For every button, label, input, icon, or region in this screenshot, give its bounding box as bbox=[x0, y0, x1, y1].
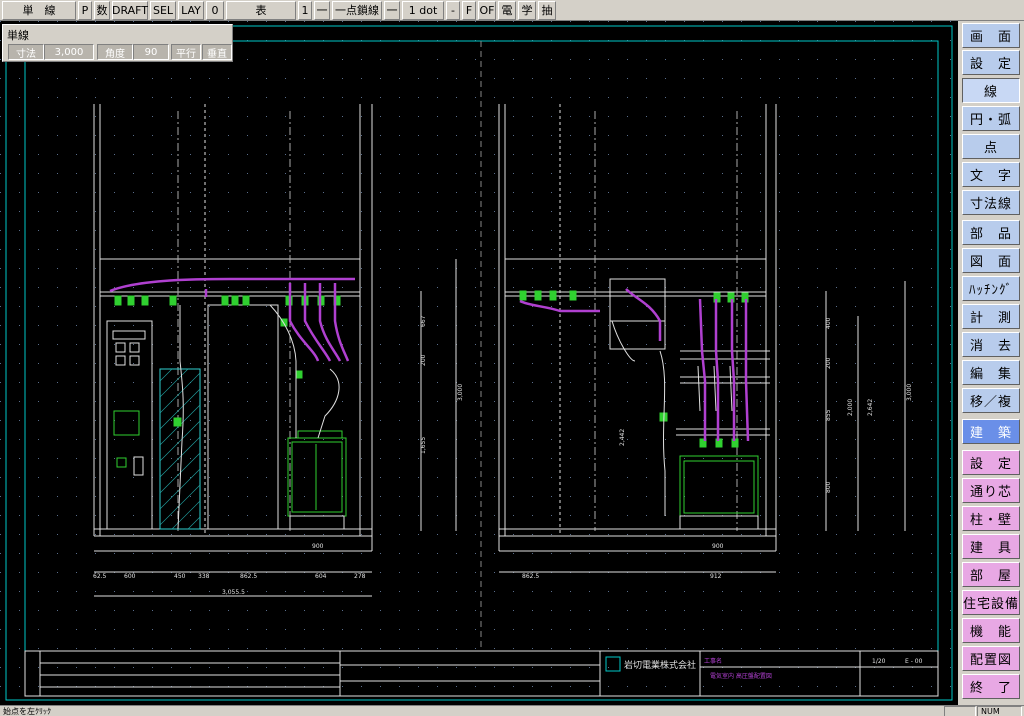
table-button[interactable]: 表 bbox=[226, 0, 296, 20]
svg-text:3,000: 3,000 bbox=[906, 384, 913, 401]
menu-point[interactable]: 点 bbox=[962, 134, 1020, 159]
drawing-canvas[interactable]: 62.5 600 450 338 862.5 604 278 3,055.5 9… bbox=[0, 21, 958, 705]
menu-drawing[interactable]: 図 面 bbox=[962, 248, 1020, 273]
svg-text:800: 800 bbox=[825, 481, 832, 493]
scale-value: 1/20 bbox=[872, 658, 886, 665]
electric-button[interactable]: 電 bbox=[498, 0, 516, 20]
panel-title: 単線 bbox=[7, 29, 29, 42]
menu-arch-settings[interactable]: 設 定 bbox=[962, 450, 1020, 475]
svg-text:2,442: 2,442 bbox=[619, 429, 626, 446]
company-name: 岩切電業株式会社 bbox=[624, 659, 696, 671]
svg-text:3,055.5: 3,055.5 bbox=[222, 589, 245, 596]
menu-fittings[interactable]: 建 具 bbox=[962, 534, 1020, 559]
menu-grid-lines[interactable]: 通り芯 bbox=[962, 478, 1020, 503]
line-type-button[interactable]: 一点鎖線 bbox=[332, 0, 382, 20]
svg-text:2,000: 2,000 bbox=[847, 399, 854, 416]
top-toolbar: 単 線 P 数 DRAFT SEL LAY 0 表 1 一 一点鎖線 一 1 d… bbox=[0, 0, 1024, 21]
status-cell bbox=[944, 706, 976, 716]
status-hint: 始点を左ｸﾘｯｸ bbox=[3, 707, 51, 716]
svg-text:450: 450 bbox=[174, 573, 186, 580]
num-lock-indicator: NUM bbox=[977, 706, 1022, 716]
minus-button[interactable]: - bbox=[446, 0, 460, 20]
grid-dots bbox=[0, 21, 958, 705]
svg-text:912: 912 bbox=[710, 573, 722, 580]
title-value: 電気室内 高圧盤配置図 bbox=[710, 672, 772, 680]
layer-number-field[interactable]: 0 bbox=[206, 0, 224, 20]
pen-button[interactable]: P bbox=[78, 0, 92, 20]
menu-housing-equipment[interactable]: 住宅設備 bbox=[962, 590, 1020, 615]
menu-functions[interactable]: 機 能 bbox=[962, 618, 1020, 643]
menu-architecture-header[interactable]: 建 築 bbox=[962, 419, 1020, 444]
menu-exit[interactable]: 終 了 bbox=[962, 674, 1020, 699]
svg-text:667: 667 bbox=[420, 315, 427, 327]
number-button[interactable]: 数 bbox=[94, 0, 110, 20]
line-sample: 一 bbox=[314, 0, 330, 20]
fill-button[interactable]: F bbox=[462, 0, 476, 20]
menu-text[interactable]: 文 字 bbox=[962, 162, 1020, 187]
svg-text:862.5: 862.5 bbox=[522, 573, 539, 580]
svg-text:200: 200 bbox=[420, 354, 427, 366]
learn-button[interactable]: 学 bbox=[518, 0, 536, 20]
sheet-value: E - 00 bbox=[905, 658, 923, 665]
svg-text:600: 600 bbox=[124, 573, 136, 580]
menu-parts[interactable]: 部 品 bbox=[962, 220, 1020, 245]
svg-text:604: 604 bbox=[315, 573, 327, 580]
svg-text:862.5: 862.5 bbox=[240, 573, 257, 580]
svg-text:338: 338 bbox=[198, 573, 210, 580]
menu-line[interactable]: 線 bbox=[962, 78, 1020, 103]
menu-site-plan[interactable]: 配置図 bbox=[962, 646, 1020, 671]
angle-label: 角度 bbox=[97, 44, 133, 60]
menu-erase[interactable]: 消 去 bbox=[962, 332, 1020, 357]
dim-label: 寸法 bbox=[8, 44, 44, 60]
parallel-button[interactable]: 平行 bbox=[171, 44, 201, 60]
svg-text:3,000: 3,000 bbox=[457, 384, 464, 401]
line-mode-button[interactable]: 単 線 bbox=[2, 0, 76, 20]
line-options-panel: 単線 寸法 3,000 角度 90 平行 垂直 bbox=[2, 24, 233, 62]
menu-hatching[interactable]: ﾊｯﾁﾝｸﾞ bbox=[962, 276, 1020, 301]
extract-button[interactable]: 抽 bbox=[538, 0, 556, 20]
svg-text:900: 900 bbox=[312, 543, 324, 550]
svg-text:200: 200 bbox=[825, 357, 832, 369]
off-button[interactable]: OF bbox=[478, 0, 496, 20]
svg-text:855: 855 bbox=[825, 409, 832, 421]
menu-dimension[interactable]: 寸法線 bbox=[962, 190, 1020, 215]
draft-button[interactable]: DRAFT bbox=[112, 0, 148, 20]
menu-circle-arc[interactable]: 円・弧 bbox=[962, 106, 1020, 131]
cad-application: 単 線 P 数 DRAFT SEL LAY 0 表 1 一 一点鎖線 一 1 d… bbox=[0, 0, 1024, 716]
svg-text:2,642: 2,642 bbox=[867, 399, 874, 416]
drawing-svg: 62.5 600 450 338 862.5 604 278 3,055.5 9… bbox=[0, 21, 958, 705]
menu-screen[interactable]: 画 面 bbox=[962, 23, 1020, 48]
svg-text:278: 278 bbox=[354, 573, 366, 580]
dim-value-field[interactable]: 3,000 bbox=[44, 44, 94, 60]
svg-text:400: 400 bbox=[825, 317, 832, 329]
title-label: 工事名 bbox=[704, 657, 722, 665]
vertical-button[interactable]: 垂直 bbox=[202, 44, 232, 60]
svg-text:1,655: 1,655 bbox=[420, 437, 427, 454]
svg-text:900: 900 bbox=[712, 543, 724, 550]
line-width-sample: 一 bbox=[384, 0, 400, 20]
layer-button[interactable]: LAY bbox=[178, 0, 204, 20]
svg-text:62.5: 62.5 bbox=[93, 573, 107, 580]
menu-columns-walls[interactable]: 柱・壁 bbox=[962, 506, 1020, 531]
menu-rooms[interactable]: 部 屋 bbox=[962, 562, 1020, 587]
status-bar: 始点を左ｸﾘｯｸ NUM bbox=[0, 705, 1024, 716]
angle-value-field[interactable]: 90 bbox=[133, 44, 169, 60]
menu-edit[interactable]: 編 集 bbox=[962, 360, 1020, 385]
line-width-button[interactable]: 1 dot bbox=[402, 0, 444, 20]
menu-settings[interactable]: 設 定 bbox=[962, 50, 1020, 75]
select-button[interactable]: SEL bbox=[150, 0, 176, 20]
menu-measure[interactable]: 計 測 bbox=[962, 304, 1020, 329]
command-menu: 画 面 設 定 線 円・弧 点 文 字 寸法線 部 品 図 面 ﾊｯﾁﾝｸﾞ 計… bbox=[958, 21, 1024, 705]
line-color-field[interactable]: 1 bbox=[298, 0, 312, 20]
menu-move-copy[interactable]: 移／複 bbox=[962, 388, 1020, 413]
